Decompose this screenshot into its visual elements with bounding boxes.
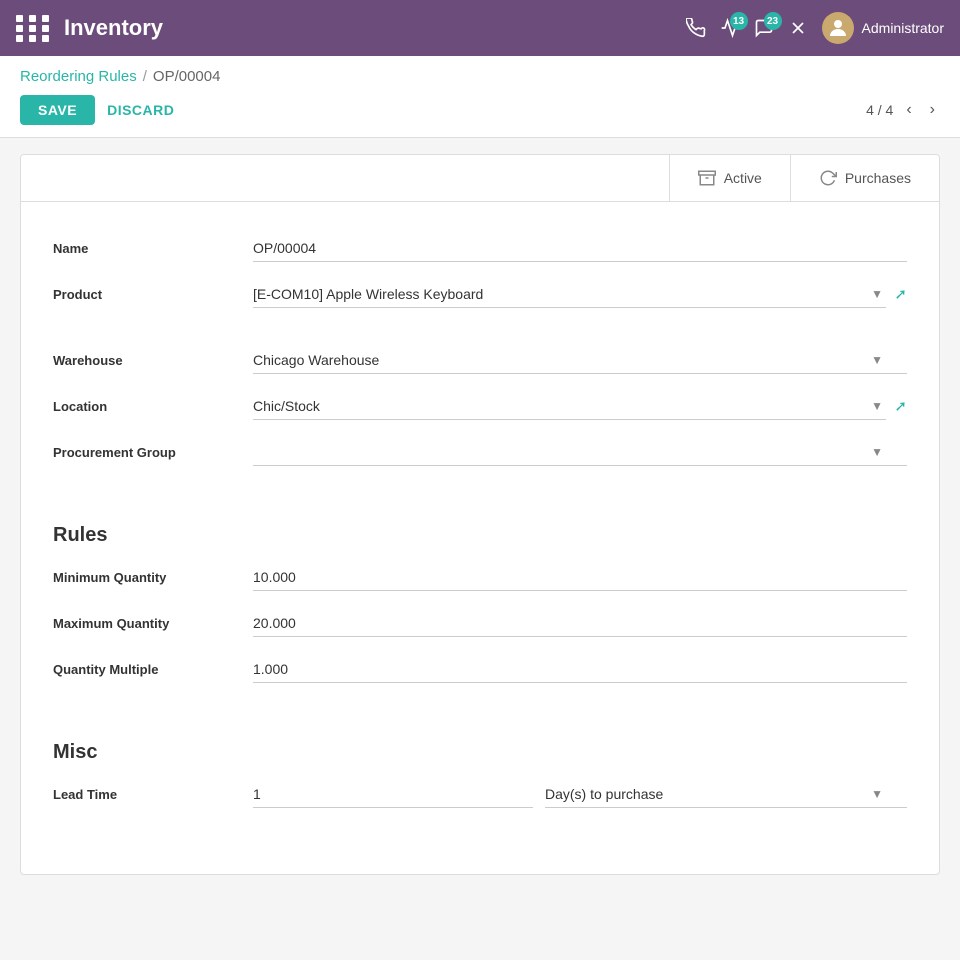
max-qty-input[interactable]	[253, 610, 907, 637]
form-card: Active Purchases Name Product	[20, 154, 940, 875]
qty-multiple-label: Quantity Multiple	[53, 662, 253, 677]
topnav: Inventory 13 23	[0, 0, 960, 56]
rules-section-title: Rules	[53, 524, 907, 547]
location-external-link-icon[interactable]: ➚	[894, 397, 907, 415]
app-title: Inventory	[64, 15, 163, 41]
admin-avatar-btn[interactable]: Administrator	[822, 12, 944, 44]
min-qty-label: Minimum Quantity	[53, 570, 253, 585]
name-field	[253, 235, 907, 262]
chat-badge: 23	[764, 12, 782, 30]
product-external-link-icon[interactable]: ➚	[894, 285, 907, 303]
breadcrumb-current: OP/00004	[153, 68, 221, 85]
warehouse-field: Chicago Warehouse ▼	[253, 347, 907, 374]
tab-purchases[interactable]: Purchases	[790, 155, 939, 201]
min-qty-row: Minimum Quantity	[53, 559, 907, 595]
lead-time-label: Lead Time	[53, 787, 253, 802]
product-field: [E-COM10] Apple Wireless Keyboard ▼ ➚	[253, 281, 907, 308]
procurement-group-field: ▼	[253, 439, 907, 466]
phone-icon-btn[interactable]	[686, 18, 706, 38]
name-row: Name	[53, 230, 907, 266]
avatar	[822, 12, 854, 44]
topnav-icons: 13 23 Administrator	[686, 12, 944, 44]
procurement-group-label: Procurement Group	[53, 445, 253, 460]
misc-section-title: Misc	[53, 741, 907, 764]
qty-multiple-field	[253, 656, 907, 683]
form-group-sep-3	[53, 697, 907, 717]
activity-icon-btn[interactable]: 13	[720, 18, 740, 38]
archive-icon	[698, 169, 716, 187]
warehouse-select[interactable]: Chicago Warehouse	[253, 347, 907, 374]
location-row: Location Chic/Stock ▼ ➚	[53, 388, 907, 424]
form-group-sep-2	[53, 480, 907, 500]
tab-spacer	[21, 155, 669, 201]
max-qty-field	[253, 610, 907, 637]
close-icon	[788, 18, 808, 38]
breadcrumb-separator: /	[143, 68, 147, 85]
warehouse-row: Warehouse Chicago Warehouse ▼	[53, 342, 907, 378]
warehouse-label: Warehouse	[53, 353, 253, 368]
pager-info: 4 / 4	[866, 102, 893, 118]
max-qty-row: Maximum Quantity	[53, 605, 907, 641]
save-button[interactable]: SAVE	[20, 95, 95, 125]
lead-time-row: Lead Time Day(s) to purchase ▼	[53, 776, 907, 812]
page-header: Reordering Rules / OP/00004 SAVE DISCARD…	[0, 56, 960, 138]
qty-multiple-row: Quantity Multiple	[53, 651, 907, 687]
procurement-group-row: Procurement Group ▼	[53, 434, 907, 470]
tab-purchases-label: Purchases	[845, 170, 911, 186]
pager-prev-button[interactable]: ‹	[901, 99, 916, 121]
max-qty-label: Maximum Quantity	[53, 616, 253, 631]
admin-label: Administrator	[862, 20, 944, 36]
product-select[interactable]: [E-COM10] Apple Wireless Keyboard	[253, 281, 886, 308]
refresh-icon	[819, 169, 837, 187]
tab-active[interactable]: Active	[669, 155, 790, 201]
lead-time-field: Day(s) to purchase ▼	[253, 781, 907, 808]
location-select[interactable]: Chic/Stock	[253, 393, 886, 420]
lead-time-input[interactable]	[253, 781, 533, 808]
phone-icon	[686, 18, 706, 38]
qty-multiple-input[interactable]	[253, 656, 907, 683]
location-label: Location	[53, 399, 253, 414]
procurement-group-select[interactable]	[253, 439, 907, 466]
discard-button[interactable]: DISCARD	[107, 102, 174, 118]
lead-time-unit-select[interactable]: Day(s) to purchase	[545, 781, 907, 808]
breadcrumb-parent[interactable]: Reordering Rules	[20, 68, 137, 85]
close-icon-btn[interactable]	[788, 18, 808, 38]
toolbar: SAVE DISCARD 4 / 4 ‹ ›	[20, 95, 940, 137]
product-row: Product [E-COM10] Apple Wireless Keyboar…	[53, 276, 907, 312]
min-qty-field	[253, 564, 907, 591]
app-grid-icon[interactable]	[16, 15, 52, 42]
name-label: Name	[53, 241, 253, 256]
pager-next-button[interactable]: ›	[925, 99, 940, 121]
form-group-sep-1	[53, 322, 907, 342]
min-qty-input[interactable]	[253, 564, 907, 591]
form-body: Name Product [E-COM10] Apple Wireless Ke…	[21, 202, 939, 874]
form-bottom-spacer	[53, 822, 907, 846]
chat-icon-btn[interactable]: 23	[754, 18, 774, 38]
avatar-icon	[826, 16, 850, 40]
activity-badge: 13	[730, 12, 748, 30]
location-field: Chic/Stock ▼ ➚	[253, 393, 907, 420]
breadcrumb: Reordering Rules / OP/00004	[20, 68, 940, 85]
card-tabs: Active Purchases	[21, 155, 939, 202]
name-input[interactable]	[253, 235, 907, 262]
tab-active-label: Active	[724, 170, 762, 186]
pager: 4 / 4 ‹ ›	[866, 99, 940, 121]
main-content: Active Purchases Name Product	[0, 138, 960, 891]
product-label: Product	[53, 287, 253, 302]
